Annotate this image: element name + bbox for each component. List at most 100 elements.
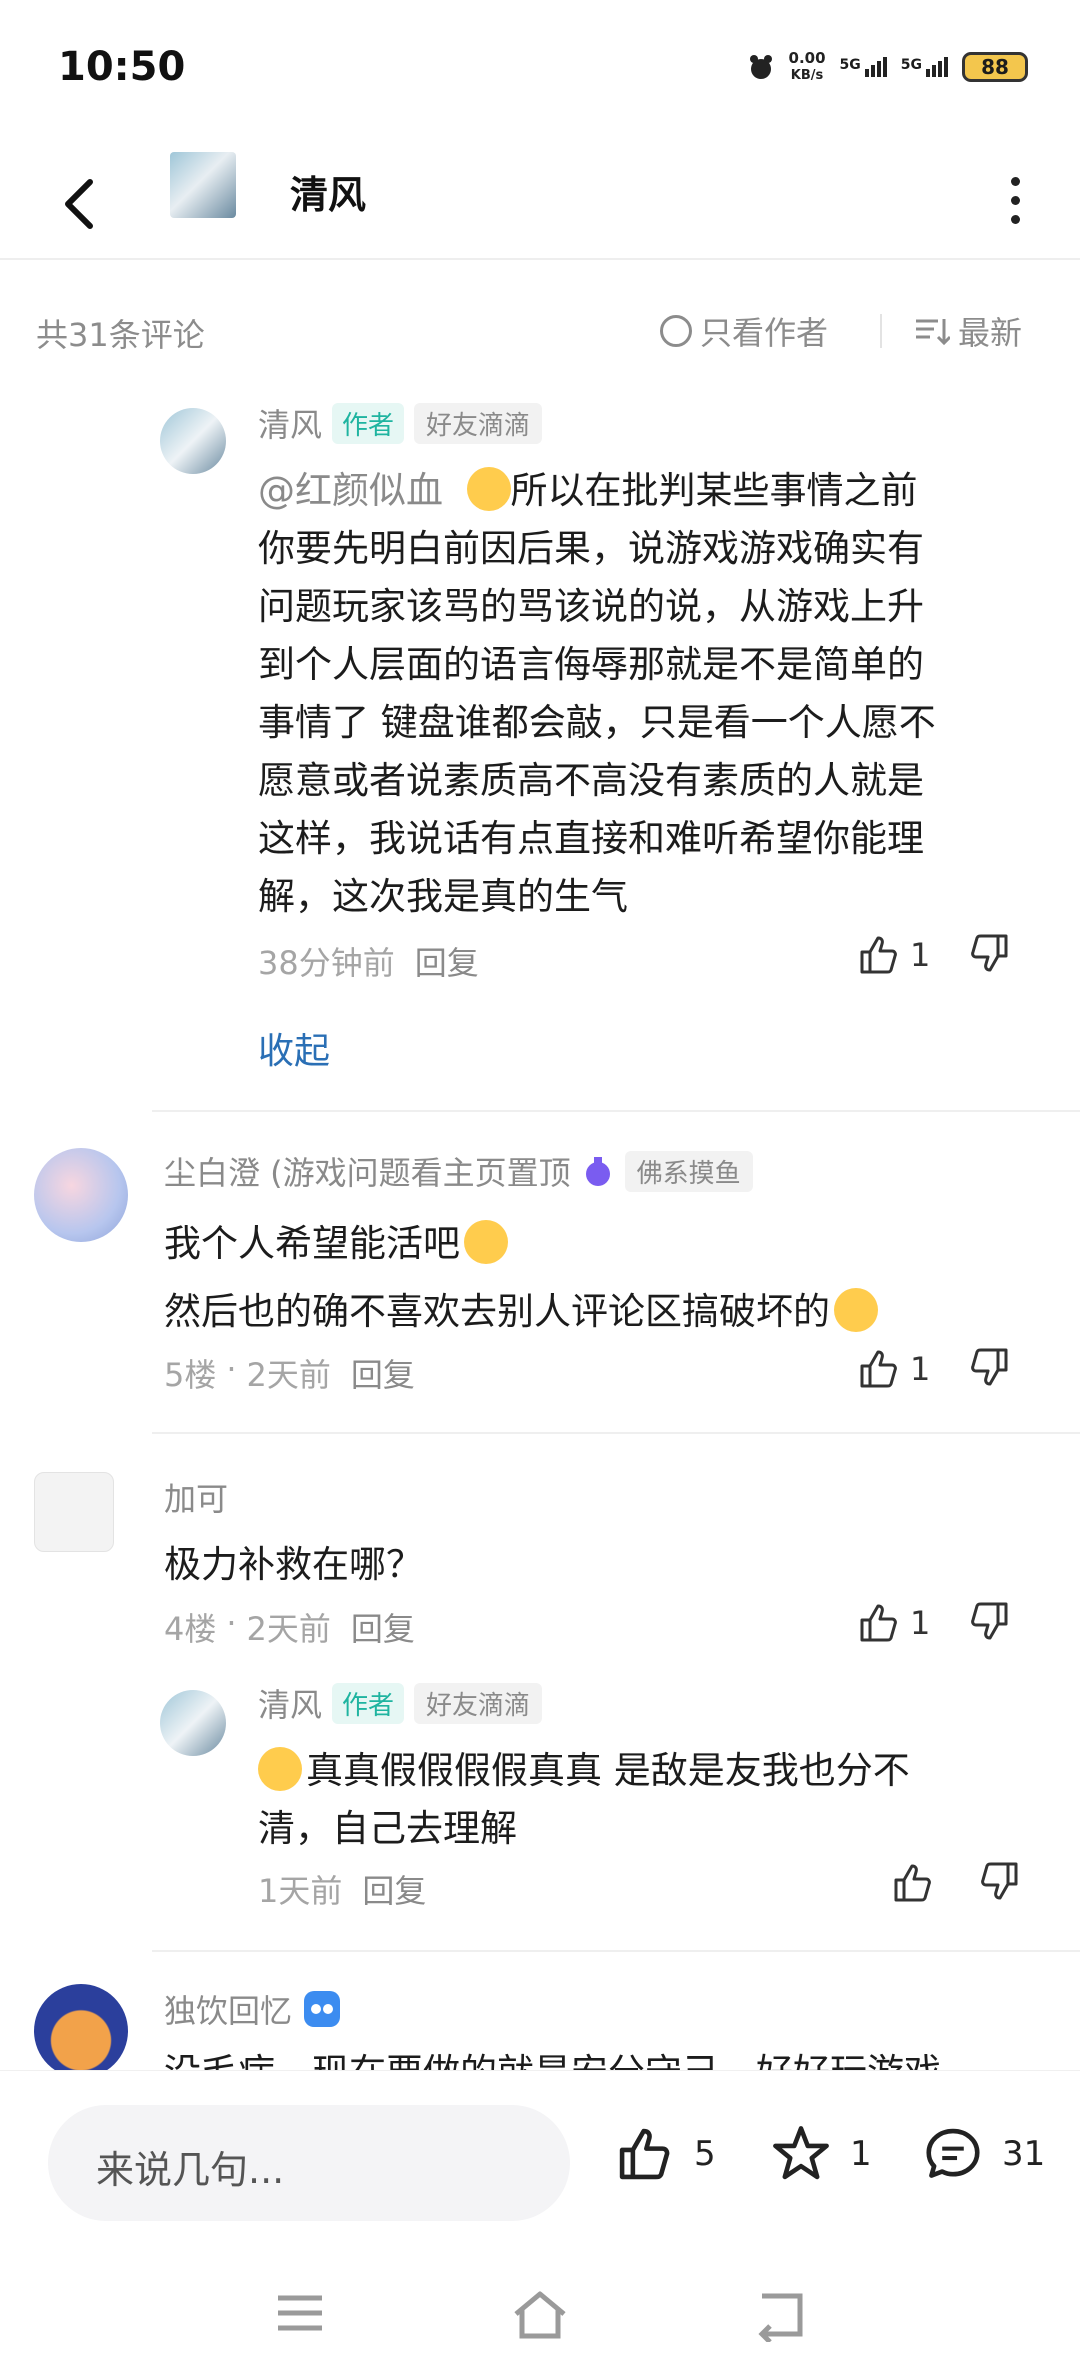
comment-actions: 1 — [856, 1344, 1012, 1394]
comment-item: 独饮回忆 没毛病，现在要做的就是安分守己，好好玩游戏 — [0, 1980, 1080, 2070]
thumbs-up-icon — [894, 1864, 931, 1902]
thumbs-down-icon — [981, 1862, 1018, 1900]
reply-button[interactable]: 回复 — [415, 938, 479, 984]
menu-icon — [278, 2295, 322, 2331]
return-icon — [758, 2293, 803, 2344]
thumbs-up-icon — [860, 1350, 897, 1388]
like-button[interactable]: 1 — [856, 1600, 930, 1646]
comment-text: @红颜似血 所以在批判某些事情之前 你要先明白前因后果，说游戏游戏确实有 问题玩… — [258, 467, 936, 918]
friend-badge: 好友滴滴 — [414, 1682, 543, 1724]
user-title-badge: 佛系摸鱼 — [624, 1150, 753, 1192]
dislike-button[interactable] — [966, 930, 1012, 980]
sad-emoji-icon — [464, 1220, 508, 1264]
like-button[interactable] — [890, 1860, 936, 1906]
smirk-emoji-icon — [466, 467, 511, 511]
comment-author[interactable]: 清风 作者 好友滴滴 — [258, 400, 543, 446]
comment-author[interactable]: 加可 — [164, 1474, 228, 1520]
comment-author[interactable]: 尘白澄 (游戏问题看主页置顶 佛系摸鱼 — [164, 1148, 753, 1194]
chevron-left-icon — [65, 179, 93, 229]
potion-badge-icon — [585, 1157, 610, 1186]
like-post-button[interactable]: 5 — [612, 2123, 716, 2185]
sort-button[interactable]: 最新 — [914, 308, 1022, 354]
comment-input[interactable]: 来说几句... — [48, 2105, 570, 2221]
top-app-bar: 清风 — [0, 140, 1080, 260]
comment-text: 没毛病，现在要做的就是安分守己，好好玩游戏 — [164, 2044, 1044, 2070]
sort-icon — [916, 319, 950, 346]
dislike-button[interactable] — [966, 1598, 1012, 1648]
blush-emoji-icon — [834, 1288, 878, 1332]
chat-bubble-icon — [926, 2128, 980, 2178]
friend-badge: 好友滴滴 — [414, 402, 543, 444]
collapse-button[interactable]: 收起 — [258, 1022, 330, 1074]
menu-nav-button[interactable] — [272, 2288, 328, 2342]
back-button[interactable] — [52, 160, 112, 240]
avatar[interactable] — [34, 1148, 128, 1242]
clock: 10:50 — [58, 44, 186, 90]
comment-item: 尘白澄 (游戏问题看主页置顶 佛系摸鱼 我个人希望能活吧 然后也的确不喜欢去别人… — [0, 1140, 1080, 1420]
like-button[interactable]: 1 — [856, 1346, 930, 1392]
divider — [880, 314, 882, 348]
system-navigation-bar — [0, 2260, 1080, 2376]
avatar[interactable] — [160, 408, 226, 474]
comment-actions: 1 — [856, 930, 1012, 980]
dislike-button[interactable] — [976, 1858, 1022, 1908]
status-icons: 0.00 KB/s 5G 5G 88 — [747, 50, 1028, 84]
net-speed: 0.00 KB/s — [788, 49, 826, 84]
comment-actions — [890, 1858, 1022, 1908]
battery-icon: 88 — [962, 52, 1028, 82]
comments-button[interactable]: 31 — [920, 2123, 1045, 2185]
more-options-button[interactable] — [1000, 170, 1030, 230]
reply-button[interactable]: 回复 — [351, 1604, 415, 1650]
favorite-button[interactable]: 1 — [768, 2123, 872, 2185]
comment-input-placeholder: 来说几句... — [96, 2148, 285, 2192]
comment-meta: 4楼 · 2天前 回复 — [164, 1604, 415, 1650]
home-icon — [514, 2291, 566, 2339]
divider — [152, 1432, 1080, 1434]
avatar[interactable] — [34, 1984, 128, 2070]
back-nav-button[interactable] — [752, 2288, 808, 2346]
mention-link[interactable]: @红颜似血 — [258, 469, 443, 512]
comment-item: 加可 极力补救在哪？ 4楼 · 2天前 回复 1 — [0, 1466, 1080, 1666]
reply-button[interactable]: 回复 — [362, 1866, 426, 1912]
hug-emoji-icon — [258, 1747, 302, 1791]
comment-actions: 1 — [856, 1598, 1012, 1648]
thumbs-up-icon — [619, 2128, 670, 2180]
reply-button[interactable]: 回复 — [351, 1350, 415, 1396]
author-badge: 作者 — [332, 1682, 405, 1724]
like-button[interactable]: 1 — [856, 932, 930, 978]
app-notification-icon — [749, 55, 772, 79]
dislike-button[interactable] — [966, 1344, 1012, 1394]
reply-item: 清风 作者 好友滴滴 @红颜似血 所以在批判某些事情之前 你要先明白前因后果，说… — [0, 390, 1080, 1070]
thumbs-up-icon — [860, 1604, 897, 1642]
status-bar: 10:50 0.00 KB/s 5G 5G 88 — [0, 0, 1080, 140]
reply-item: 清风 作者 好友滴滴 真真假假假假真真 是敌是友我也分不 清，自己去理解 1天前… — [0, 1672, 1080, 1912]
signal-sim2-icon: 5G — [901, 57, 948, 77]
author-badge: 作者 — [332, 402, 405, 444]
thumbs-down-icon — [971, 934, 1008, 972]
more-vertical-icon — [1010, 176, 1020, 186]
only-author-toggle[interactable]: 只看作者 — [660, 308, 828, 354]
star-icon — [773, 2126, 829, 2180]
avatar[interactable] — [160, 1690, 226, 1756]
comment-count: 共31条评论 — [36, 316, 205, 354]
divider — [152, 1110, 1080, 1112]
avatar[interactable] — [34, 1472, 114, 1552]
thumbs-down-icon — [971, 1602, 1008, 1640]
comment-meta: 38分钟前 回复 — [258, 938, 479, 984]
signal-sim1-icon: 5G — [840, 57, 887, 77]
page-title: 清风 — [290, 173, 367, 217]
thumbs-down-icon — [971, 1348, 1008, 1386]
post-thumbnail[interactable] — [170, 152, 236, 218]
bottom-action-bar: 来说几句... 5 1 31 — [0, 2070, 1080, 2260]
comment-text: 真真假假假假真真 是敌是友我也分不 清，自己去理解 — [258, 1747, 910, 1850]
comment-text: 我个人希望能活吧 然后也的确不喜欢去别人评论区搞破坏的 — [164, 1210, 1044, 1346]
comment-text: 极力补救在哪？ — [164, 1543, 423, 1586]
comment-author[interactable]: 清风 作者 好友滴滴 — [258, 1680, 543, 1726]
radio-circle-icon — [660, 315, 692, 347]
comment-meta: 1天前 回复 — [258, 1866, 426, 1912]
comment-meta: 5楼 · 2天前 回复 — [164, 1350, 415, 1396]
home-nav-button[interactable] — [510, 2288, 570, 2346]
gamepad-badge-icon — [304, 1991, 341, 2027]
thumbs-up-icon — [860, 936, 897, 974]
comment-author[interactable]: 独饮回忆 — [164, 1986, 342, 2032]
